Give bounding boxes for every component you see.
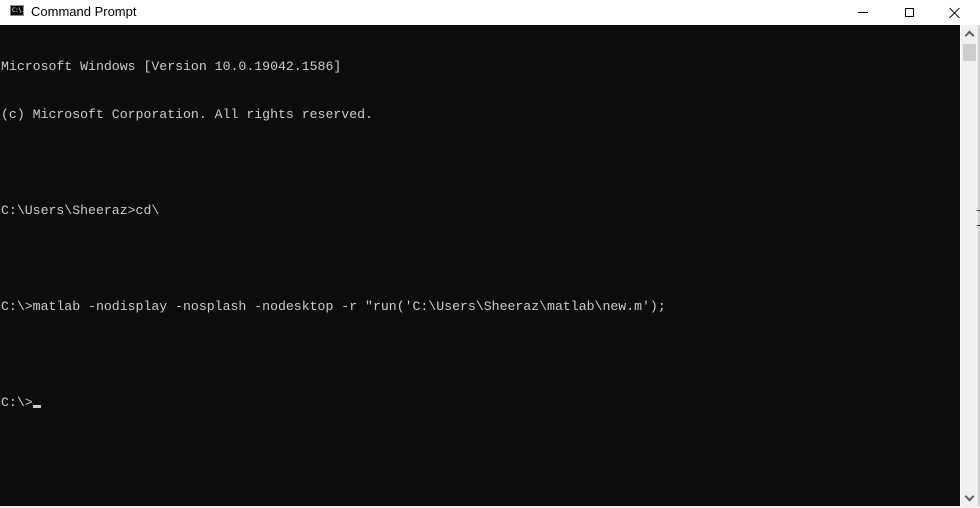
cmd-icon[interactable]: C:\. [10,5,25,16]
cmd-icon-text: C:\. [12,7,25,14]
console-line: C:\Users\Sheeraz>cd\ [1,203,160,218]
minimize-button[interactable] [840,0,886,25]
current-prompt: C:\> [1,395,33,410]
command-prompt-window: C:\. Command Prompt Microsoft Windows [V… [0,0,980,508]
console-line: Microsoft Windows [Version 10.0.19042.15… [1,59,342,74]
console-line: C:\>matlab -nodisplay -nosplash -nodeskt… [1,299,666,314]
prompt-line[interactable]: C:\> [1,395,666,411]
vertical-scrollbar[interactable] [961,25,978,506]
scroll-up-button[interactable] [961,25,978,42]
close-icon [949,7,961,19]
scroll-down-button[interactable] [961,489,978,506]
scroll-thumb[interactable] [963,44,976,61]
title-bar[interactable]: C:\. Command Prompt [0,0,980,25]
console-line: (c) Microsoft Corporation. All rights re… [1,107,373,122]
console-area[interactable]: Microsoft Windows [Version 10.0.19042.15… [0,25,960,506]
text-cursor [32,405,41,408]
maximize-icon [904,8,914,17]
chevron-down-icon [964,491,975,501]
console-output: Microsoft Windows [Version 10.0.19042.15… [1,27,666,443]
maximize-button[interactable] [886,0,932,25]
window-title: Command Prompt [31,4,137,19]
close-button[interactable] [932,0,978,25]
minimize-icon [858,12,868,13]
chevron-up-icon [964,30,975,40]
